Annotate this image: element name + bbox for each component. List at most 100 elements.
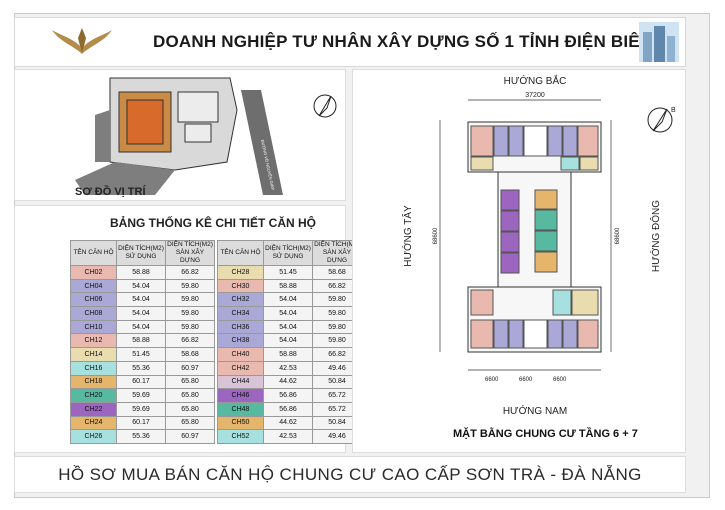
used-area: 51.45	[263, 265, 313, 280]
header-banner: DOANH NGHIỆP TƯ NHÂN XÂY DỰNG SỐ 1 TỈNH …	[14, 17, 686, 67]
table-row: CH10 54.04 59.80	[70, 319, 215, 335]
used-area: 58.88	[116, 265, 166, 280]
used-area: 55.36	[116, 429, 166, 444]
apartment-name: CH14	[70, 347, 117, 362]
used-area: 54.04	[116, 319, 166, 335]
apartment-name: CH10	[70, 319, 117, 335]
used-area: 59.69	[116, 401, 166, 417]
apartment-name: CH46	[217, 388, 264, 403]
east-label: HƯỚNG ĐÔNG	[649, 200, 662, 272]
apartment-name: CH18	[70, 374, 117, 390]
used-area: 54.04	[263, 292, 313, 308]
table-row: CH04 54.04 59.80	[70, 278, 215, 294]
apartment-name: CH02	[70, 265, 117, 280]
floor-area: 65.80	[165, 415, 215, 431]
table-row: CH52 42.53 49.46	[217, 429, 362, 444]
building-thumbnail-icon	[639, 22, 679, 62]
used-area: 54.04	[263, 306, 313, 321]
page-title: DOANH NGHIỆP TƯ NHÂN XÂY DỰNG SỐ 1 TỈNH …	[153, 32, 653, 51]
apartment-name: CH44	[217, 374, 264, 390]
apartment-name: CH28	[217, 265, 264, 280]
apartment-table-right: TÊN CĂN HỘ DIỆN TÍCH(M2) SỬ DỤNG DIỆN TÍ…	[217, 240, 362, 444]
floor-area: 65.80	[165, 374, 215, 390]
floor-area: 59.80	[165, 319, 215, 335]
floor-plan-panel: 37200 68600 68600 6600 6600 6600 HƯỚNG B…	[352, 69, 686, 453]
site-compass-icon	[313, 94, 337, 118]
table-row: CH32 54.04 59.80	[217, 292, 362, 308]
apartment-name: CH08	[70, 306, 117, 321]
table-row: CH40 58.88 66.82	[217, 347, 362, 362]
apartment-name: CH12	[70, 333, 117, 349]
used-area: 60.17	[116, 415, 166, 431]
used-area: 51.45	[116, 347, 166, 362]
table-row: CH36 54.04 59.80	[217, 319, 362, 335]
apartment-name: CH24	[70, 415, 117, 431]
floor-plan-title: MẶT BẰNG CHUNG CƯ TẦNG 6 + 7	[453, 428, 638, 440]
floor-area: 58.68	[165, 347, 215, 362]
dim-seg-2: 6600	[519, 377, 533, 383]
table-row: CH46 56.86 65.72	[217, 388, 362, 403]
table-row: CH12 58.88 66.82	[70, 333, 215, 349]
dim-top: 37200	[525, 92, 545, 99]
table-row: CH30 58.88 66.82	[217, 278, 362, 294]
col-header-name: TÊN CĂN HỘ	[217, 240, 264, 266]
floor-area: 66.82	[165, 333, 215, 349]
dim-side-left: 68600	[433, 227, 439, 244]
table-row: CH42 42.53 49.46	[217, 360, 362, 376]
used-area: 42.53	[263, 360, 313, 376]
table-row: CH02 58.88 66.82	[70, 265, 215, 280]
used-area: 54.04	[116, 306, 166, 321]
dim-side-right: 68600	[615, 227, 621, 244]
floor-area: 65.80	[165, 388, 215, 403]
table-row: CH34 54.04 59.80	[217, 306, 362, 321]
used-area: 56.86	[263, 401, 313, 417]
footer-banner: HỒ SƠ MUA BÁN CĂN HỘ CHUNG CƯ CAO CẤP SƠ…	[14, 456, 686, 493]
col-header-floor-area: DIỆN TÍCH(M2) SÀN XÂY DỰNG	[165, 240, 215, 266]
floor-area: 60.97	[165, 429, 215, 444]
apartment-name: CH26	[70, 429, 117, 444]
used-area: 58.88	[263, 278, 313, 294]
table-row: CH14 51.45 58.68	[70, 347, 215, 362]
plan-compass-icon: B	[647, 107, 676, 133]
used-area: 54.04	[263, 319, 313, 335]
floor-plan-drawing: 37200 68600 68600 6600 6600 6600 HƯỚNG B…	[401, 74, 676, 417]
apartment-name: CH20	[70, 388, 117, 403]
table-row: CH38 54.04 59.80	[217, 333, 362, 349]
used-area: 54.04	[263, 333, 313, 349]
col-header-name: TÊN CĂN HỘ	[70, 240, 117, 266]
apartment-name: CH52	[217, 429, 264, 444]
west-label: HƯỚNG TÂY	[401, 205, 414, 267]
floor-area: 59.80	[165, 306, 215, 321]
apartment-name: CH48	[217, 401, 264, 417]
table-row: CH08 54.04 59.80	[70, 306, 215, 321]
floor-area: 60.97	[165, 360, 215, 376]
col-header-used-area: DIỆN TÍCH(M2) SỬ DỤNG	[116, 240, 166, 266]
dim-seg-3: 6600	[553, 377, 567, 383]
floor-area: 65.80	[165, 401, 215, 417]
table-row: CH26 55.36 60.97	[70, 429, 215, 444]
table-row: CH48 56.86 65.72	[217, 401, 362, 417]
table-row: CH28 51.45 58.68	[217, 265, 362, 280]
apartment-name: CH36	[217, 319, 264, 335]
table-row: CH16 55.36 60.97	[70, 360, 215, 376]
table-row: CH44 44.62 50.84	[217, 374, 362, 390]
north-label: HƯỚNG BẮC	[504, 74, 567, 87]
apartment-name: CH06	[70, 292, 117, 308]
apartment-name: CH04	[70, 278, 117, 294]
site-plan-drawing: ĐƯỜNG VÕ NGUYÊN GIÁP	[75, 77, 337, 195]
floor-area: 59.80	[165, 278, 215, 294]
used-area: 42.53	[263, 429, 313, 444]
table-row: CH50 44.62 50.84	[217, 415, 362, 431]
apartment-name: CH38	[217, 333, 264, 349]
apartment-name: CH40	[217, 347, 264, 362]
floor-area: 66.82	[165, 265, 215, 280]
table-row: CH24 60.17 65.80	[70, 415, 215, 431]
floor-area: 59.80	[165, 292, 215, 308]
apartment-table-left: TÊN CĂN HỘ DIỆN TÍCH(M2) SỬ DỤNG DIỆN TÍ…	[70, 240, 215, 444]
used-area: 56.86	[263, 388, 313, 403]
south-label: HƯỚNG NAM	[503, 404, 567, 417]
site-plan-panel: ĐƯỜNG VÕ NGUYÊN GIÁP	[14, 69, 346, 201]
used-area: 44.62	[263, 374, 313, 390]
used-area: 55.36	[116, 360, 166, 376]
used-area: 54.04	[116, 278, 166, 294]
